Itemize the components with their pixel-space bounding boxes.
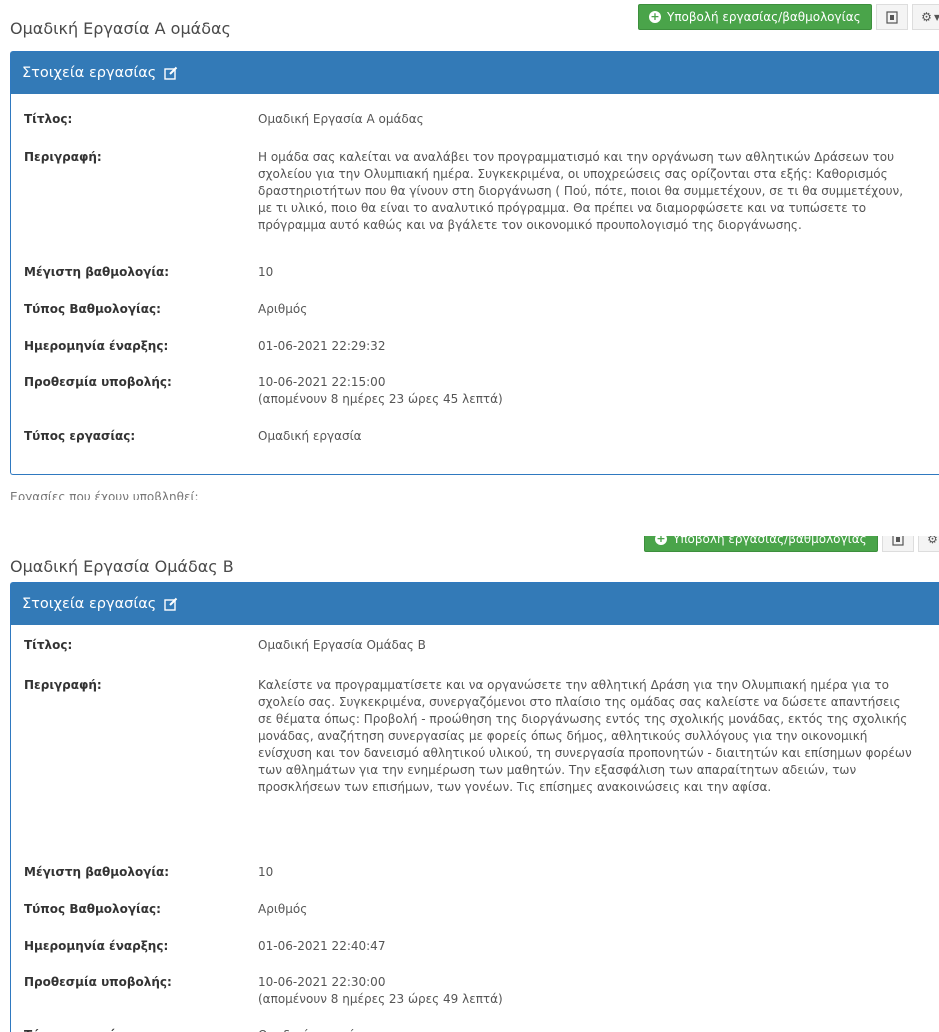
deadline-label: Προθεσμία υποβολής:	[24, 975, 172, 989]
deadline-date: 10-06-2021 22:15:00	[258, 375, 386, 389]
submit-assignment-button[interactable]: + Υποβολή εργασίας/βαθμολογίας	[638, 4, 872, 30]
deadline-label: Προθεσμία υποβολής:	[24, 375, 172, 389]
start-date-value: 01-06-2021 22:29:32	[258, 339, 386, 353]
start-date-label: Ημερομηνία έναρξης:	[24, 939, 169, 953]
settings-dropdown-button[interactable]: ⚙ ▼	[911, 4, 939, 30]
chevron-down-icon: ▼	[933, 12, 939, 22]
start-date-value: 01-06-2021 22:40:47	[258, 939, 386, 953]
assignment-b-section: Ομαδική Εργασία Ομάδας Β + Υποβολή εργασ…	[0, 536, 939, 1032]
page-title: Ομαδική Εργασία Α ομάδας	[10, 19, 231, 38]
export-icon	[892, 536, 904, 546]
max-grade-value: 10	[258, 865, 274, 879]
assignment-type-label: Τύπος εργασίας:	[24, 429, 136, 443]
description-label: Περιγραφή:	[24, 678, 102, 692]
export-icon	[886, 10, 898, 24]
deadline-date: 10-06-2021 22:30:00	[258, 975, 386, 989]
panel-heading: Στοιχεία εργασίας	[11, 583, 939, 625]
submitted-assignments-heading: Εργασίες που έχουν υποβληθεί:	[10, 490, 199, 500]
settings-dropdown-button[interactable]: ⚙ ▼	[917, 536, 939, 552]
deadline-remaining: (απομένουν 8 ημέρες 23 ώρες 45 λεπτά)	[258, 392, 503, 406]
submit-assignment-label: Υποβολή εργασίας/βαθμολογίας	[667, 10, 861, 24]
grade-type-value: Αριθμός	[258, 302, 308, 316]
assignment-type-value: Ομαδική εργασία	[258, 1027, 918, 1032]
plus-circle-icon: +	[649, 10, 661, 23]
panel-heading-text: Στοιχεία εργασίας	[22, 596, 157, 612]
max-grade-label: Μέγιστη βαθμολογία:	[24, 865, 170, 879]
panel-heading-text: Στοιχεία εργασίας	[22, 65, 157, 81]
max-grade-value: 10	[258, 265, 274, 279]
grade-type-label: Τύπος Βαθμολογίας:	[24, 902, 161, 916]
description-label: Περιγραφή:	[24, 150, 102, 164]
deadline-value: 10-06-2021 22:30:00 (απομένουν 8 ημέρες …	[258, 974, 918, 1008]
description-value: Η ομάδα σας καλείται να αναλάβει τον προ…	[258, 150, 904, 232]
panel-heading: Στοιχεία εργασίας	[11, 52, 939, 94]
description-value: Καλείστε να προγραμματίσετε και να οργαν…	[258, 678, 912, 794]
page-title: Ομαδική Εργασία Ομάδας Β	[10, 557, 234, 576]
gear-icon: ⚙	[921, 10, 932, 24]
assignment-details-panel: Στοιχεία εργασίας Τίτλος: Ομαδική Εργασί…	[10, 51, 939, 475]
deadline-value: 10-06-2021 22:15:00 (απομένουν 8 ημέρες …	[258, 374, 918, 408]
assignment-details-panel: Στοιχεία εργασίας Τίτλος: Ομαδική Εργασί…	[10, 582, 939, 1032]
title-label: Τίτλος:	[24, 112, 73, 126]
toolbar: + Υποβολή εργασίας/βαθμολογίας ⚙ ▼	[644, 536, 939, 552]
plus-circle-icon: +	[655, 536, 667, 545]
edit-icon[interactable]	[164, 66, 178, 80]
submit-assignment-button[interactable]: + Υποβολή εργασίας/βαθμολογίας	[644, 536, 878, 552]
toolbar: + Υποβολή εργασίας/βαθμολογίας ⚙ ▼	[638, 4, 939, 30]
edit-icon[interactable]	[164, 597, 178, 611]
assignment-a-section: Ομαδική Εργασία Α ομάδας + Υποβολή εργασ…	[0, 0, 939, 500]
start-date-label: Ημερομηνία έναρξης:	[24, 339, 169, 353]
submit-assignment-label: Υποβολή εργασίας/βαθμολογίας	[673, 536, 867, 546]
title-label: Τίτλος:	[24, 638, 73, 652]
assignment-type-value: Ομαδική εργασία	[258, 429, 362, 443]
export-button[interactable]	[881, 536, 914, 552]
title-value: Ομαδική Εργασία Α ομάδας	[258, 112, 424, 126]
grade-type-value: Αριθμός	[258, 902, 308, 916]
title-value: Ομαδική Εργασία Ομάδας Β	[258, 638, 426, 652]
max-grade-label: Μέγιστη βαθμολογία:	[24, 265, 170, 279]
gear-icon: ⚙	[927, 536, 938, 546]
grade-type-label: Τύπος Βαθμολογίας:	[24, 302, 161, 316]
deadline-remaining: (απομένουν 8 ημέρες 23 ώρες 49 λεπτά)	[258, 992, 503, 1006]
export-button[interactable]	[875, 4, 908, 30]
assignment-type-label: Τύπος εργασίας:	[24, 1027, 244, 1032]
